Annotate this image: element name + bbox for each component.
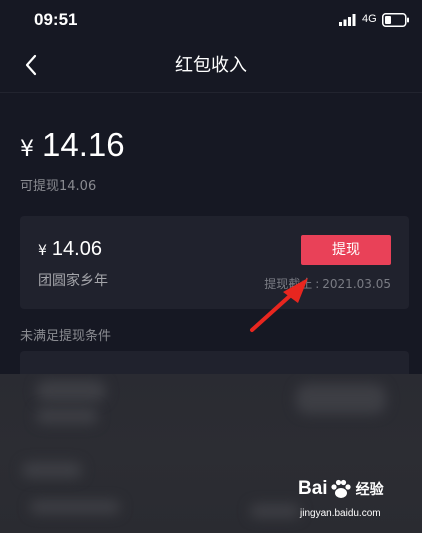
unmet-conditions-label: 未满足提现条件	[20, 329, 112, 344]
card-amount-value: 14.06	[51, 238, 102, 260]
network-label: 4G	[362, 13, 377, 25]
blurred-shape	[296, 384, 386, 414]
withdrawable-text: 可提现14.06	[20, 179, 97, 194]
nav-bar: 红包收入	[0, 40, 422, 92]
nav-divider	[0, 92, 422, 93]
status-time: 09:51	[34, 10, 78, 29]
blurred-shape	[36, 380, 106, 402]
paw-icon	[330, 479, 351, 498]
blurred-shape	[36, 408, 98, 424]
back-button[interactable]	[16, 50, 46, 80]
signal-icon	[339, 14, 356, 26]
card-currency: ¥	[38, 243, 47, 259]
blurred-shape	[250, 504, 300, 518]
watermark-logo-left: Bai	[298, 478, 328, 499]
blurred-shape	[22, 462, 82, 478]
balance-currency: ¥	[20, 137, 34, 162]
chevron-left-icon	[25, 54, 37, 76]
balance-value: 14.16	[42, 126, 125, 163]
balance-amount: ¥ 14.16	[20, 126, 125, 164]
watermark-logo-right: 经验	[355, 482, 384, 498]
card-name: 团圆家乡年	[38, 273, 108, 289]
deadline-separator: :	[315, 277, 320, 291]
battery-icon	[382, 13, 409, 27]
watermark-url: jingyan.baidu.com	[300, 508, 381, 519]
blurred-shape	[30, 500, 120, 514]
card-amount: ¥ 14.06	[38, 238, 102, 261]
status-bar: 09:51 4G	[0, 0, 422, 40]
page-title: 红包收入	[175, 55, 247, 76]
watermark-logo: Bai 经验	[298, 478, 384, 500]
withdraw-deadline: 提现截止:2021.03.05	[264, 275, 391, 292]
deadline-date: 2021.03.05	[322, 277, 391, 291]
watermark: Bai 经验 jingyan.baidu.com	[298, 478, 418, 528]
deadline-label: 提现截止	[264, 277, 313, 291]
withdraw-button[interactable]: 提现	[301, 235, 391, 265]
red-packet-card: ¥ 14.06 团圆家乡年 提现 提现截止:2021.03.05	[20, 216, 409, 309]
